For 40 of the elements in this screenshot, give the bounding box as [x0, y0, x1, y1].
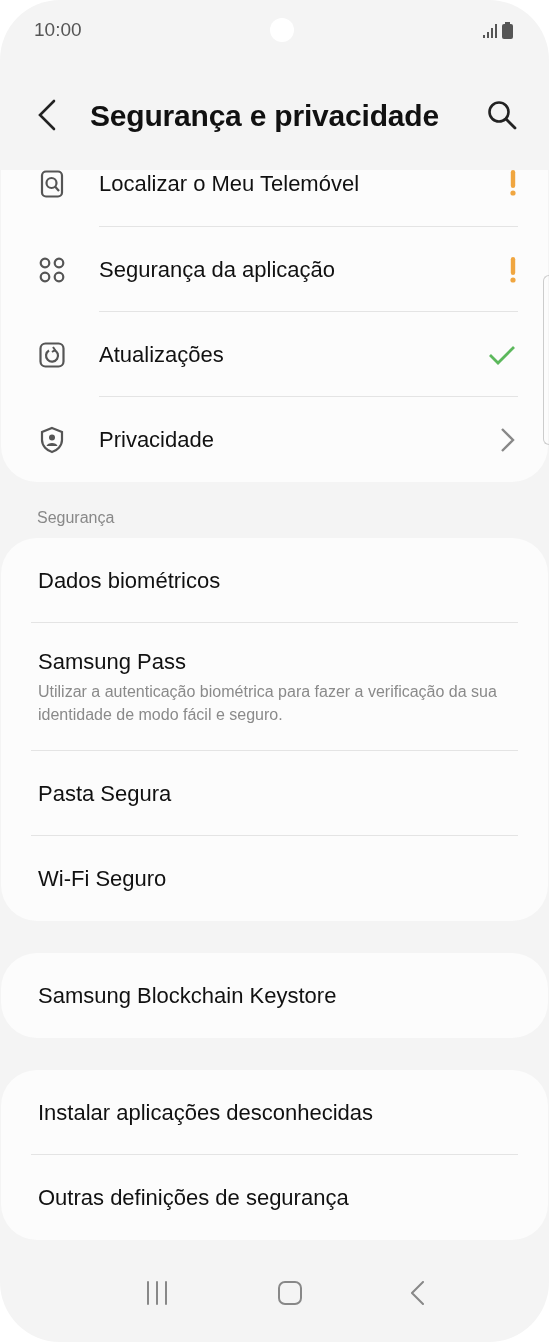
home-button[interactable]: [277, 1281, 302, 1305]
settings-item[interactable]: Samsung Pass Utilizar a autenticação biométrica para fazer a verificação da sua identidade de modo fácil e seguro.: [1, 623, 548, 751]
item-description: Utilizar a autenticação biométrica para fazer a verificação da sua identidade de modo fácil e seguro.: [38, 682, 498, 725]
item-label: Samsung Blockchain Keystore: [38, 981, 337, 1010]
update-icon: [38, 340, 66, 369]
settings-item[interactable]: Dados biométricos: [1, 538, 548, 623]
battery-icon: [502, 22, 513, 39]
warning-icon: [510, 256, 516, 283]
back-nav-button[interactable]: [410, 1281, 425, 1305]
settings-item[interactable]: Atualizações: [1, 312, 548, 397]
item-label: Pasta Segura: [38, 779, 172, 808]
signal-icon: [482, 23, 498, 38]
item-label: Dados biométricos: [38, 566, 221, 595]
section-heading: Segurança: [36, 508, 116, 528]
item-label: Outras definições de segurança: [38, 1183, 349, 1212]
recent-apps-button[interactable]: [144, 1281, 169, 1305]
settings-item[interactable]: Samsung Blockchain Keystore: [1, 953, 548, 1038]
item-label: Instalar aplicações desconhecidas: [38, 1098, 374, 1127]
page-title: Segurança e privacidade: [90, 97, 440, 134]
item-label: Segurança da aplicação: [99, 255, 336, 284]
settings-item[interactable]: Pasta Segura: [1, 751, 548, 836]
check-icon: [488, 344, 516, 365]
settings-item[interactable]: Wi-Fi Seguro: [1, 836, 548, 921]
item-label: Atualizações: [99, 340, 224, 369]
item-label: Localizar o Meu Telemóvel: [99, 170, 360, 198]
shield-person-icon: [38, 425, 66, 454]
settings-item[interactable]: Outras definições de segurança: [1, 1155, 548, 1240]
search-button[interactable]: [487, 100, 517, 130]
settings-item[interactable]: Privacidade: [1, 397, 548, 482]
item-label: Privacidade: [99, 425, 214, 454]
status-time: 10:00: [34, 18, 82, 42]
chevron-right-icon: [500, 426, 516, 453]
apps-icon: [38, 255, 66, 284]
settings-item[interactable]: Instalar aplicações desconhecidas: [1, 1070, 548, 1155]
item-label: Wi-Fi Seguro: [38, 864, 167, 893]
item-label: Samsung Pass: [38, 647, 187, 676]
settings-item[interactable]: Segurança da aplicação: [1, 227, 548, 312]
phone-search-icon: [38, 170, 66, 198]
settings-item[interactable]: Localizar o Meu Telemóvel: [1, 170, 548, 227]
warning-icon: [510, 170, 516, 196]
